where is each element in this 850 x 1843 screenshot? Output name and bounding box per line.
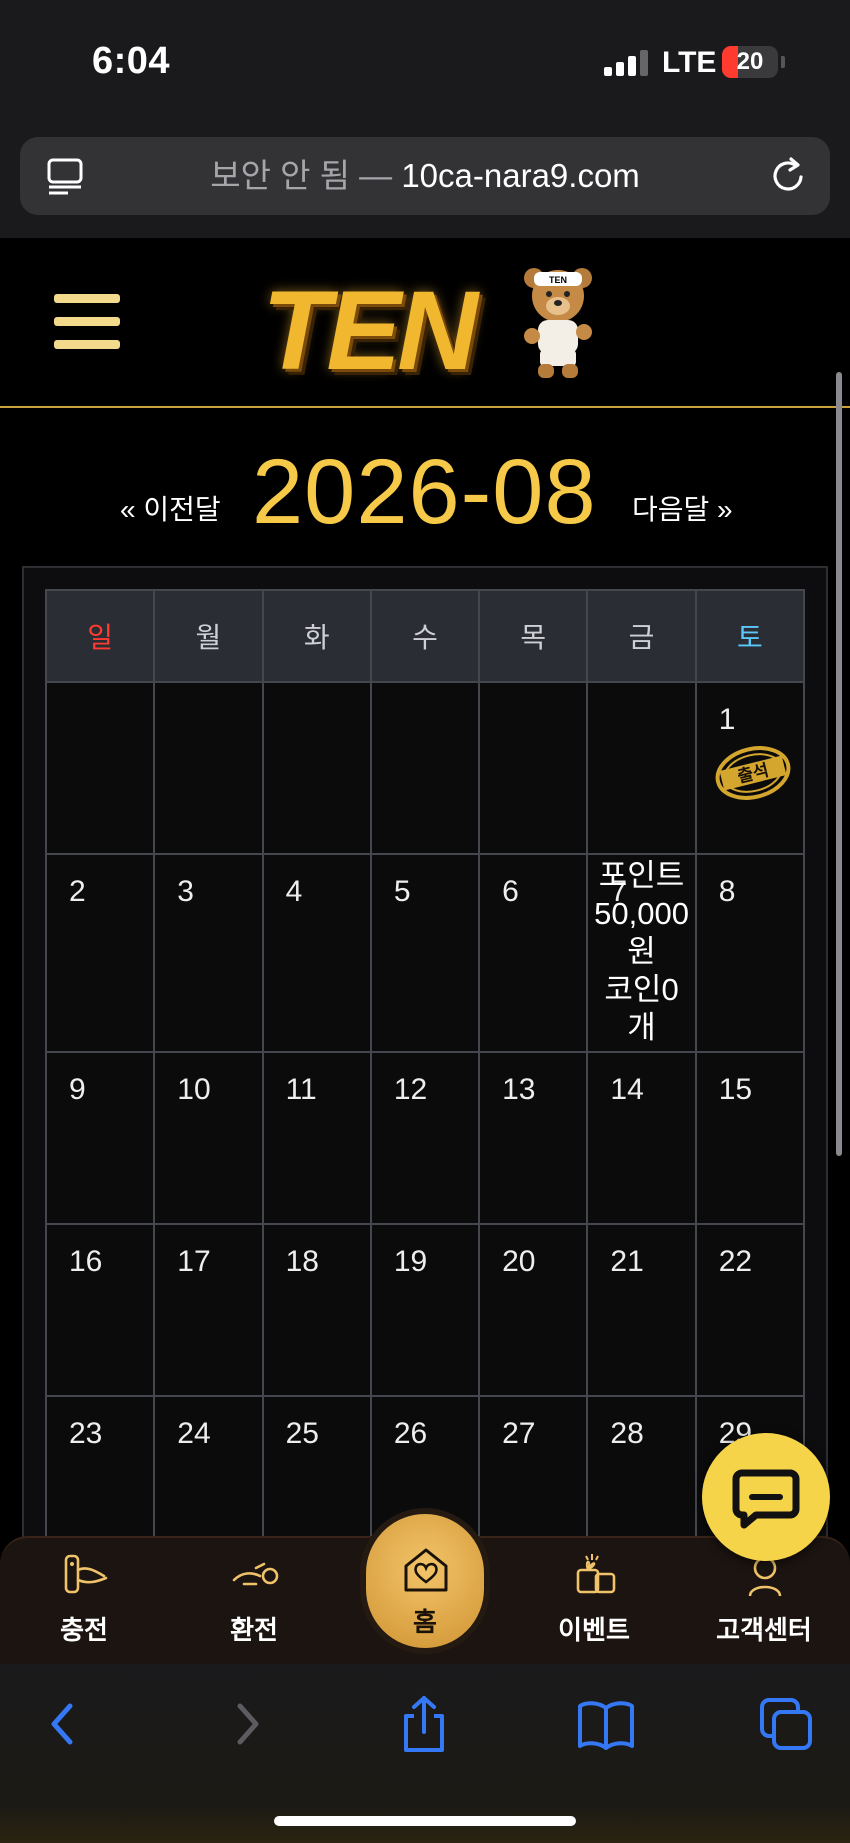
calendar-day[interactable]: 16: [44, 1223, 156, 1397]
logo-text: TEN: [262, 268, 478, 393]
calendar-day[interactable]: 15: [694, 1051, 806, 1225]
next-month-link[interactable]: 다음달 »: [632, 488, 733, 528]
calendar-day[interactable]: 20: [478, 1223, 589, 1397]
live-chat-button[interactable]: [702, 1433, 830, 1561]
not-secure-label: 보안 안 됨 —: [210, 157, 393, 194]
calendar-day[interactable]: [261, 681, 372, 855]
nav-charge[interactable]: 충전: [14, 1538, 154, 1666]
bear-badge: TEN: [549, 275, 567, 285]
calendar-day[interactable]: [478, 681, 589, 855]
status-time: 6:04: [92, 40, 171, 82]
domain-label: 10ca-nara9.com: [401, 157, 640, 194]
weekday-mon: 월: [153, 589, 264, 683]
weekday-thu: 목: [478, 589, 589, 683]
nav-withdraw[interactable]: 환전: [184, 1538, 324, 1666]
calendar-day[interactable]: [369, 681, 481, 855]
reward-info: 포인트 50,000 원 코인0 개: [588, 855, 694, 1047]
forward-icon[interactable]: [216, 1694, 276, 1754]
nav-withdraw-label: 환전: [230, 1615, 278, 1645]
reward-point-value: 50,000: [594, 896, 689, 931]
calendar-day[interactable]: 2: [44, 853, 156, 1053]
calendar-day[interactable]: 12: [369, 1051, 481, 1225]
calendar-week: 16 17 18 19 20 21 22: [44, 1223, 806, 1397]
calendar-day[interactable]: 18: [261, 1223, 372, 1397]
menu-icon[interactable]: [54, 294, 120, 350]
calendar-day[interactable]: 19: [369, 1223, 481, 1397]
weekday-fri: 금: [586, 589, 697, 683]
battery-icon: 20: [722, 46, 778, 78]
back-icon[interactable]: [34, 1694, 94, 1754]
address-bar[interactable]: 보안 안 됨 — 10ca-nara9.com: [20, 137, 830, 215]
nav-event[interactable]: 이벤트: [524, 1538, 664, 1666]
weekday-tue: 화: [261, 589, 372, 683]
nav-home-button[interactable]: 홈: [360, 1508, 490, 1654]
month-title: 2026-08: [252, 441, 597, 543]
calendar-day[interactable]: 4: [261, 853, 372, 1053]
nav-support-label: 고객센터: [716, 1615, 812, 1645]
home-indicator: [274, 1816, 576, 1826]
calendar-day[interactable]: 21: [586, 1223, 697, 1397]
calendar-day[interactable]: [586, 681, 697, 855]
calendar-day[interactable]: 13: [478, 1051, 589, 1225]
network-type: LTE: [662, 46, 717, 79]
calendar-day[interactable]: 8: [694, 853, 806, 1053]
attendance-stamp-icon: 출석: [715, 746, 791, 800]
bookmarks-icon[interactable]: [576, 1694, 636, 1754]
attendance-calendar: 일 월 화 수 목 금 토 1 출석 2 3 4 5 6 7 포인트 50,00…: [44, 589, 806, 1569]
reward-point-label: 포인트: [598, 858, 685, 893]
gift-icon: [576, 1554, 616, 1594]
weekday-sun: 일: [44, 589, 156, 683]
calendar-day[interactable]: [153, 681, 264, 855]
site-logo[interactable]: TEN TEN: [262, 258, 592, 393]
calendar-day[interactable]: 5: [369, 853, 481, 1053]
share-icon[interactable]: [394, 1694, 454, 1754]
nav-charge-label: 충전: [60, 1615, 108, 1645]
status-bar: 6:04 LTE 20: [0, 0, 850, 120]
deposit-hand-icon: [64, 1554, 108, 1594]
calendar-week: 2 3 4 5 6 7 포인트 50,000 원 코인0 개 8: [44, 853, 806, 1053]
chat-bubble-icon: [732, 1469, 800, 1529]
reward-point-unit: 원: [627, 934, 656, 969]
battery-level: 20: [736, 48, 764, 75]
calendar-day[interactable]: 14: [586, 1051, 697, 1225]
cellular-signal-icon: [604, 50, 648, 76]
calendar-day[interactable]: 6: [478, 853, 589, 1053]
calendar-week: 1 출석: [44, 681, 806, 855]
weekday-wed: 수: [369, 589, 481, 683]
calendar-day-today[interactable]: 7 포인트 50,000 원 코인0 개: [586, 853, 697, 1053]
month-navigation: « 이전달 2026-08 다음달 »: [0, 420, 850, 543]
day-number: 1: [718, 703, 736, 736]
calendar-day[interactable]: 9: [44, 1051, 156, 1225]
weekday-sat: 토: [694, 589, 806, 683]
weekday-header: 일 월 화 수 목 금 토: [44, 589, 806, 683]
url-text[interactable]: 보안 안 됨 — 10ca-nara9.com: [20, 137, 830, 215]
calendar-day[interactable]: 1 출석: [694, 681, 806, 855]
calendar-day[interactable]: 10: [153, 1051, 264, 1225]
battery-tip: [781, 56, 785, 68]
address-bar-container: 보안 안 됨 — 10ca-nara9.com: [0, 120, 850, 238]
prev-month-link[interactable]: « 이전달: [120, 488, 221, 528]
calendar-day[interactable]: 11: [261, 1051, 372, 1225]
calendar-day[interactable]: 17: [153, 1223, 264, 1397]
withdraw-hand-icon: [232, 1562, 279, 1586]
calendar-week: 9 10 11 12 13 14 15: [44, 1051, 806, 1225]
calendar-day[interactable]: 22: [694, 1223, 806, 1397]
tabs-icon[interactable]: [756, 1694, 816, 1754]
reward-coin-unit: 개: [627, 1010, 656, 1045]
stamp-text: 출석: [735, 760, 770, 787]
home-heart-icon: [404, 1548, 448, 1592]
reward-coin-label: 코인0: [604, 972, 679, 1007]
site-header: TEN TEN: [0, 238, 850, 408]
calendar-day[interactable]: 3: [153, 853, 264, 1053]
bear-mascot-icon: TEN: [524, 268, 592, 378]
nav-event-label: 이벤트: [558, 1615, 630, 1645]
calendar-day[interactable]: [44, 681, 156, 855]
nav-home-label: 홈: [413, 1607, 437, 1637]
reload-icon[interactable]: [768, 155, 810, 197]
